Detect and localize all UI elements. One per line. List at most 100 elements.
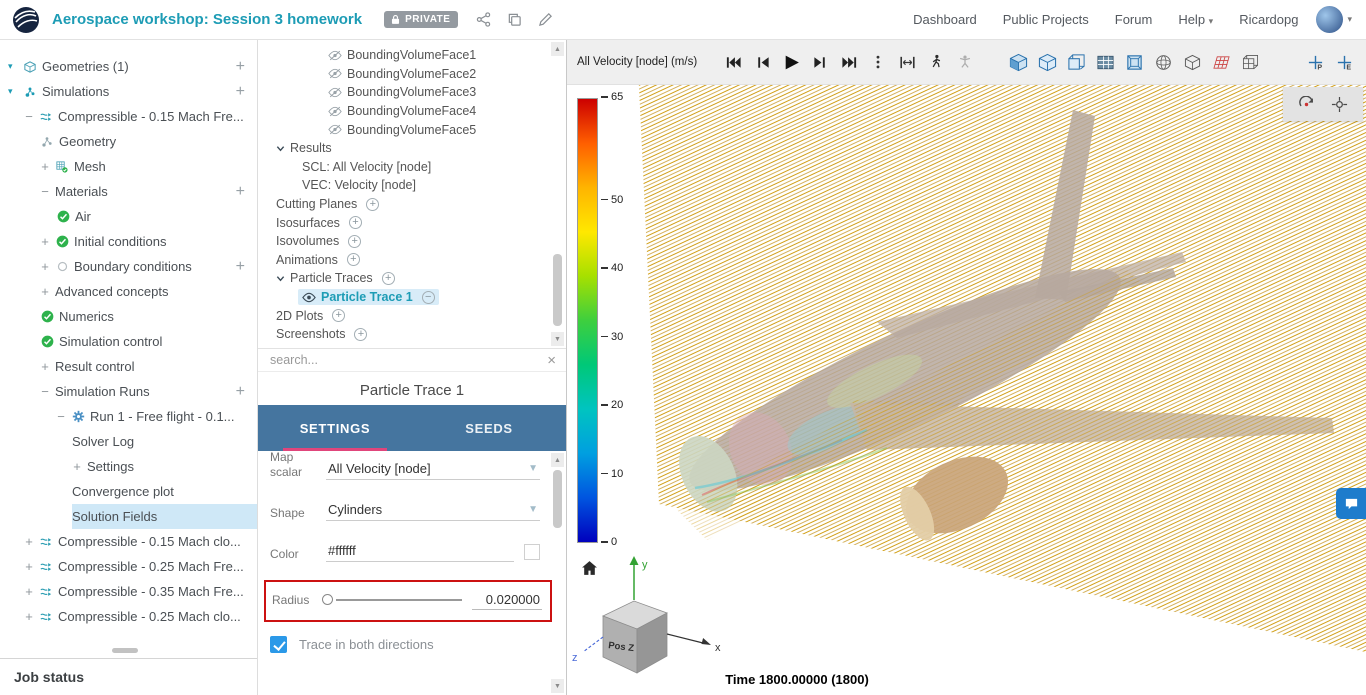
add-icon[interactable]: + [232, 83, 249, 100]
collapse-icon[interactable]: − [24, 110, 34, 123]
sidebar-item-air[interactable]: Air [56, 204, 257, 229]
slider-knob[interactable] [322, 594, 333, 605]
scroll-down-icon[interactable]: ▼ [551, 332, 564, 346]
nav-forum[interactable]: Forum [1115, 12, 1153, 27]
play-icon[interactable] [781, 52, 801, 72]
sidebar-item-numerics[interactable]: Numerics [40, 304, 257, 329]
sidebar-item-advanced-concepts[interactable]: + Advanced concepts [40, 279, 257, 304]
sidebar-horizontal-scrollbar[interactable] [112, 648, 138, 653]
post-item-animations[interactable]: Animations + [272, 251, 566, 270]
chevron-down-icon[interactable]: ▾ [8, 86, 18, 97]
add-circle-icon[interactable]: + [332, 309, 346, 323]
axes-e-icon[interactable]: E [1334, 52, 1354, 72]
add-icon[interactable]: + [232, 183, 249, 200]
sidebar-item-geometries-1[interactable]: ▾ Geometries (1) + [8, 54, 257, 79]
post-item-screenshots[interactable]: Screenshots + [272, 325, 566, 344]
post-item-boundingvolumeface3[interactable]: BoundingVolumeFace3 [324, 83, 566, 102]
trace-directions-checkbox[interactable] [270, 636, 287, 653]
add-icon[interactable]: + [232, 383, 249, 400]
home-view-icon[interactable] [581, 560, 598, 580]
expand-icon[interactable]: + [72, 460, 82, 473]
sidebar-item-compressible-0-15-mach-clo[interactable]: + Compressible - 0.15 Mach clo... [24, 529, 257, 554]
sidebar-item-compressible-0-25-mach-clo[interactable]: + Compressible - 0.25 Mach clo... [24, 604, 257, 629]
eye-off-icon[interactable] [328, 124, 342, 135]
expand-icon[interactable]: + [24, 585, 34, 598]
sidebar-item-simulation-control[interactable]: Simulation control [40, 329, 257, 354]
wire-cube-icon[interactable] [1182, 52, 1202, 72]
chat-button[interactable] [1336, 488, 1366, 519]
expand-icon[interactable]: + [40, 235, 50, 248]
step-forward-icon[interactable] [810, 52, 830, 72]
viewport-3d[interactable]: All Velocity [node] (m/s) PE 65 50 40 30 20 1… [567, 40, 1366, 695]
add-icon[interactable]: + [232, 58, 249, 75]
copy-icon[interactable] [507, 12, 522, 27]
settings-scrollbar[interactable]: ▲ ▼ [551, 453, 564, 693]
wire-sphere-icon[interactable] [1153, 52, 1173, 72]
chevron-down-icon[interactable] [276, 274, 285, 283]
color-swatch[interactable] [524, 544, 540, 560]
fly-person-icon[interactable] [955, 52, 975, 72]
post-item-isosurfaces[interactable]: Isosurfaces + [272, 213, 566, 232]
shape-select[interactable]: Cylinders ▼ [326, 499, 540, 521]
post-item-isovolumes[interactable]: Isovolumes + [272, 232, 566, 251]
add-icon[interactable]: + [232, 258, 249, 275]
sidebar-item-solution-fields[interactable]: Solution Fields [72, 504, 257, 529]
color-input[interactable]: #ffffff [326, 540, 514, 562]
sidebar-item-convergence-plot[interactable]: Convergence plot [72, 479, 257, 504]
sidebar-item-settings[interactable]: + Settings [72, 454, 257, 479]
radius-slider[interactable] [322, 593, 464, 607]
view-table-icon[interactable] [1095, 52, 1115, 72]
expand-icon[interactable]: + [24, 610, 34, 623]
add-circle-icon[interactable]: + [348, 234, 362, 248]
walk-person-icon[interactable] [926, 52, 946, 72]
share-icon[interactable] [476, 12, 491, 27]
center-target-icon[interactable] [1331, 96, 1348, 113]
sidebar-item-simulation-runs[interactable]: − Simulation Runs + [40, 379, 257, 404]
user-menu[interactable]: ▾ [1316, 6, 1352, 33]
tab-settings[interactable]: SETTINGS [258, 405, 412, 451]
nav-dashboard[interactable]: Dashboard [913, 12, 977, 27]
axes-p-icon[interactable]: P [1305, 52, 1325, 72]
sidebar-item-run-1-free-flight-0-1[interactable]: − Run 1 - Free flight - 0.1... [56, 404, 257, 429]
rotate-free-icon[interactable] [1298, 95, 1315, 113]
clear-search-icon[interactable]: × [547, 353, 556, 368]
post-item-boundingvolumeface2[interactable]: BoundingVolumeFace2 [324, 65, 566, 84]
collapse-icon[interactable]: − [56, 410, 66, 423]
sidebar-item-mesh[interactable]: + Mesh [40, 154, 257, 179]
collapse-icon[interactable]: − [40, 185, 50, 198]
expand-icon[interactable]: + [24, 560, 34, 573]
chevron-down-icon[interactable]: ▾ [8, 61, 18, 72]
clip-plane-red-icon[interactable] [1211, 52, 1231, 72]
map-scalar-select[interactable]: All Velocity [node] ▼ [326, 458, 540, 480]
view-cube-shaded-icon[interactable] [1008, 52, 1028, 72]
sidebar-item-compressible-0-25-mach-fre[interactable]: + Compressible - 0.25 Mach Fre... [24, 554, 257, 579]
post-item-boundingvolumeface5[interactable]: BoundingVolumeFace5 [324, 120, 566, 139]
nav-public-projects[interactable]: Public Projects [1003, 12, 1089, 27]
sidebar-item-solver-log[interactable]: Solver Log [72, 429, 257, 454]
skip-start-icon[interactable] [723, 52, 743, 72]
add-circle-icon[interactable]: + [348, 216, 362, 230]
wire-block-icon[interactable] [1240, 52, 1260, 72]
post-item-vec-velocity-node[interactable]: VEC: Velocity [node] [298, 176, 566, 195]
view-cube-front-icon[interactable] [1124, 52, 1144, 72]
scroll-down-icon[interactable]: ▼ [551, 679, 564, 693]
step-back-icon[interactable] [752, 52, 772, 72]
scrollbar-thumb[interactable] [553, 254, 562, 326]
edit-icon[interactable] [538, 12, 553, 27]
post-tree-scrollbar[interactable]: ▲ ▼ [551, 42, 564, 346]
expand-icon[interactable]: + [40, 360, 50, 373]
view-cube-flat-icon[interactable] [1066, 52, 1086, 72]
expand-icon[interactable]: + [40, 285, 50, 298]
search-input[interactable] [268, 352, 542, 368]
chevron-down-icon[interactable] [276, 144, 285, 153]
skip-end-icon[interactable] [839, 52, 859, 72]
eye-icon[interactable] [302, 292, 316, 303]
post-item-cutting-planes[interactable]: Cutting Planes + [272, 195, 566, 214]
eye-off-icon[interactable] [328, 50, 342, 61]
post-item-boundingvolumeface4[interactable]: BoundingVolumeFace4 [324, 102, 566, 121]
view-cube-icon[interactable] [1037, 52, 1057, 72]
tab-seeds[interactable]: SEEDS [412, 405, 566, 451]
job-status-bar[interactable]: Job status [0, 658, 257, 695]
expand-icon[interactable]: + [40, 260, 50, 273]
sidebar-item-initial-conditions[interactable]: + Initial conditions [40, 229, 257, 254]
